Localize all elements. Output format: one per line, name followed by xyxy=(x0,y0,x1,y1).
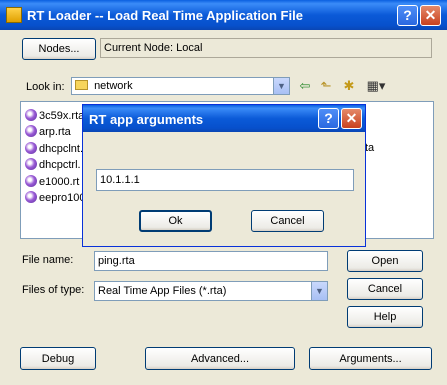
help-button[interactable]: Help xyxy=(347,306,423,328)
current-node-text: Current Node: Local xyxy=(104,42,203,54)
ok-button-label: Ok xyxy=(168,215,183,227)
help-button-label: Help xyxy=(373,311,397,323)
look-in-value: network xyxy=(94,80,133,92)
rta-file-icon xyxy=(25,191,37,203)
list-item[interactable]: 3c59x.rta xyxy=(25,109,84,123)
rta-file-icon xyxy=(25,125,37,137)
arguments-button[interactable]: Arguments... xyxy=(309,347,432,370)
new-folder-icon[interactable]: ✱ xyxy=(341,78,357,94)
list-item[interactable]: dhcpctrl. xyxy=(25,158,81,172)
view-menu-icon[interactable]: ▦▾ xyxy=(364,78,388,94)
advanced-button[interactable]: Advanced... xyxy=(145,347,295,370)
files-of-type-value: Real Time App Files (*.rta) xyxy=(98,285,227,297)
cancel-button-label: Cancel xyxy=(367,283,403,295)
chevron-down-icon[interactable]: ▼ xyxy=(311,282,327,300)
help-icon: ? xyxy=(403,7,412,23)
debug-button[interactable]: Debug xyxy=(20,347,96,370)
arguments-input-value: 10.1.1.1 xyxy=(100,174,140,186)
rta-file-icon xyxy=(25,109,37,121)
list-item-fragment: ta xyxy=(365,142,375,154)
dialog-cancel-button[interactable]: Cancel xyxy=(251,210,324,232)
nodes-button-label: Nodes... xyxy=(38,43,80,55)
dialog-close-button[interactable]: ✕ xyxy=(341,108,362,129)
rta-file-icon xyxy=(25,175,37,187)
ok-button[interactable]: Ok xyxy=(139,210,212,232)
folder-icon xyxy=(75,80,88,90)
arguments-button-label: Arguments... xyxy=(339,352,402,365)
look-in-select[interactable]: network ▼ xyxy=(71,77,290,95)
close-icon: ✕ xyxy=(345,110,358,126)
dialog-help-button[interactable]: ? xyxy=(318,108,339,129)
look-in-label: Look in: xyxy=(26,81,65,93)
nodes-button[interactable]: Nodes... xyxy=(22,38,96,60)
list-item[interactable]: eepro100 xyxy=(25,191,86,205)
open-button-label: Open xyxy=(371,255,399,267)
open-button[interactable]: Open xyxy=(347,250,423,272)
files-of-type-select[interactable]: Real Time App Files (*.rta) ▼ xyxy=(94,281,328,301)
files-of-type-label: Files of type: xyxy=(22,284,85,296)
arguments-input[interactable]: 10.1.1.1 xyxy=(96,169,354,191)
up-folder-icon[interactable]: ⬑ xyxy=(318,78,334,94)
close-title-button[interactable]: ✕ xyxy=(420,5,441,26)
help-icon: ? xyxy=(324,110,333,126)
list-item[interactable]: e1000.rt xyxy=(25,175,79,189)
list-item[interactable]: arp.rta xyxy=(25,125,71,139)
dialog-title: RT app arguments xyxy=(89,112,204,127)
close-icon: ✕ xyxy=(424,7,437,23)
rta-file-icon xyxy=(25,158,37,170)
main-titlebar: RT Loader -- Load Real Time Application … xyxy=(0,0,447,30)
back-arrow-icon[interactable]: ⇦ xyxy=(297,78,313,94)
dialog-titlebar: RT app arguments ? ✕ xyxy=(83,105,365,132)
chevron-down-icon[interactable]: ▼ xyxy=(273,78,289,94)
help-title-button[interactable]: ? xyxy=(397,5,418,26)
advanced-button-label: Advanced... xyxy=(190,352,250,365)
app-icon xyxy=(6,7,22,23)
rta-file-icon xyxy=(25,142,37,154)
file-name-label: File name: xyxy=(22,254,74,266)
file-name-value: ping.rta xyxy=(98,255,135,267)
file-name-input[interactable]: ping.rta xyxy=(94,251,328,271)
list-item[interactable]: dhcpclnt. xyxy=(25,142,83,156)
debug-button-label: Debug xyxy=(41,352,75,365)
main-title: RT Loader -- Load Real Time Application … xyxy=(27,8,303,23)
cancel-button[interactable]: Cancel xyxy=(347,278,423,300)
dialog-cancel-button-label: Cancel xyxy=(270,215,305,227)
current-node-display: Current Node: Local xyxy=(100,38,432,58)
rt-app-arguments-dialog: RT app arguments ? ✕ 10.1.1.1 Ok Cancel xyxy=(82,104,366,247)
